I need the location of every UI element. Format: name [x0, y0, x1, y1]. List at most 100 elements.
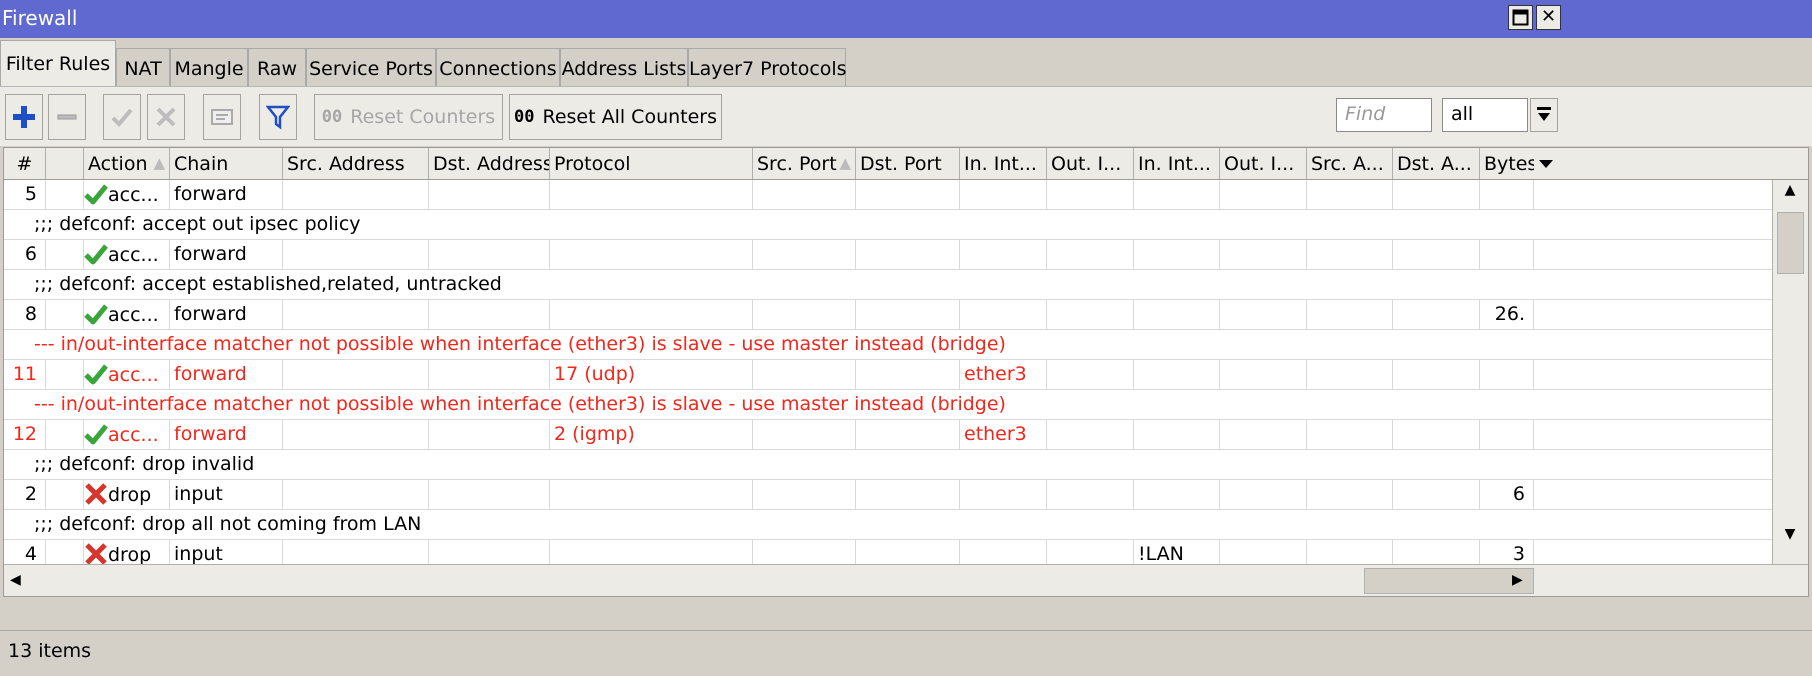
- column-chooser-button[interactable]: [1534, 148, 1564, 179]
- column-header-src-address[interactable]: Src. Address: [283, 148, 429, 179]
- tab-filter-rules[interactable]: Filter Rules: [0, 40, 116, 86]
- enable-button[interactable]: [103, 94, 141, 140]
- column-header-dst-address-list[interactable]: Dst. A...: [1393, 148, 1480, 179]
- minus-icon: [57, 114, 77, 120]
- column-header-out-interface[interactable]: Out. I...: [1047, 148, 1134, 179]
- column-header-flags[interactable]: [46, 148, 84, 179]
- cell-src-address: [283, 240, 429, 269]
- filter-select[interactable]: all: [1442, 98, 1528, 132]
- warning-row[interactable]: --- in/out-interface matcher not possibl…: [4, 390, 1772, 420]
- column-header-dst-address[interactable]: Dst. Address: [429, 148, 550, 179]
- column-header-in-interface[interactable]: In. Int...: [960, 148, 1047, 179]
- vertical-scroll-thumb[interactable]: [1777, 212, 1804, 274]
- disable-button[interactable]: [147, 94, 185, 140]
- cell-in-iface: ether3: [960, 420, 1047, 449]
- table-row[interactable]: 6 acc... forward: [4, 240, 1772, 270]
- tab-service-ports[interactable]: Service Ports: [306, 48, 436, 86]
- table-body: 5 acc... forward;;; defconf: accept out ip…: [4, 180, 1772, 596]
- scroll-up-icon[interactable]: ▲: [1773, 182, 1807, 198]
- cell-out-iface: [1047, 420, 1134, 449]
- comment-button[interactable]: [203, 94, 241, 140]
- cell-out-iface: [1047, 360, 1134, 389]
- cell-flags: [46, 240, 84, 269]
- scroll-left-icon[interactable]: ◀: [10, 572, 21, 588]
- tab-connections[interactable]: Connections: [436, 48, 560, 86]
- vertical-scrollbar[interactable]: ▲ ▼: [1772, 180, 1808, 564]
- cell-flags: [46, 300, 84, 329]
- filter-button[interactable]: [259, 94, 297, 140]
- cell-out-iface-list: [1220, 360, 1307, 389]
- cell-dst-address: [429, 300, 550, 329]
- add-button[interactable]: [5, 94, 43, 140]
- table-row[interactable]: 12 acc... forward 2 (igmp) ether3: [4, 420, 1772, 450]
- comment-row[interactable]: ;;; defconf: drop invalid: [4, 450, 1772, 480]
- check-icon: [84, 184, 108, 205]
- maximize-icon[interactable]: [1508, 5, 1533, 30]
- reset-all-counters-button[interactable]: 00 Reset All Counters: [509, 94, 722, 140]
- column-header-action[interactable]: Action ▲: [84, 148, 170, 179]
- cell-dst-port: [856, 180, 960, 209]
- table-row[interactable]: 2 drop input 6: [4, 480, 1772, 510]
- column-header-src-port[interactable]: Src. Port ▲: [753, 148, 856, 179]
- horizontal-scrollbar[interactable]: ◀ ▶: [4, 564, 1808, 596]
- cell-in-iface-list: [1134, 360, 1220, 389]
- horizontal-scroll-thumb[interactable]: [1364, 568, 1534, 594]
- cell-dst-address: [429, 420, 550, 449]
- column-header-dst-port[interactable]: Dst. Port: [856, 148, 960, 179]
- filter-rules-table: # Action ▲ Chain Src. Address Dst. Addres…: [3, 147, 1809, 597]
- cell-action: drop: [84, 480, 170, 509]
- cell-src-port: [753, 300, 856, 329]
- scroll-down-icon[interactable]: ▼: [1773, 526, 1807, 542]
- reset-counters-button[interactable]: 00 Reset Counters: [314, 94, 503, 140]
- cell-flags: [46, 180, 84, 209]
- cell-chain: forward: [170, 180, 283, 209]
- tab-bar: Filter Rules NAT Mangle Raw Service Port…: [0, 40, 1812, 86]
- cell-dst-port: [856, 360, 960, 389]
- column-header-bytes[interactable]: Bytes: [1480, 148, 1534, 179]
- cell-src-address-list: [1307, 300, 1393, 329]
- cell-out-iface: [1047, 180, 1134, 209]
- cell-out-iface: [1047, 300, 1134, 329]
- column-header-chain[interactable]: Chain: [170, 148, 283, 179]
- column-header-in-interface-list[interactable]: In. Int...: [1134, 148, 1220, 179]
- comment-row[interactable]: ;;; defconf: drop all not coming from LA…: [4, 510, 1772, 540]
- column-header-number[interactable]: #: [4, 148, 46, 179]
- cell-in-iface: [960, 180, 1047, 209]
- column-header-out-interface-list[interactable]: Out. I...: [1220, 148, 1307, 179]
- scroll-right-icon[interactable]: ▶: [1512, 572, 1523, 588]
- remove-button[interactable]: [48, 94, 86, 140]
- cell-in-iface-list: [1134, 480, 1220, 509]
- warning-row[interactable]: --- in/out-interface matcher not possibl…: [4, 330, 1772, 360]
- tab-address-lists[interactable]: Address Lists: [560, 48, 688, 86]
- cell-src-address: [283, 360, 429, 389]
- close-icon[interactable]: ✕: [1536, 5, 1561, 30]
- tab-mangle[interactable]: Mangle: [170, 48, 248, 86]
- comment-row[interactable]: ;;; defconf: accept established,related,…: [4, 270, 1772, 300]
- filter-dropdown-button[interactable]: [1530, 98, 1558, 132]
- find-input[interactable]: Find: [1336, 98, 1432, 132]
- funnel-icon: [266, 105, 290, 130]
- table-row[interactable]: 5 acc... forward: [4, 180, 1772, 210]
- cell-src-address-list: [1307, 420, 1393, 449]
- tab-layer7-protocols[interactable]: Layer7 Protocols: [688, 48, 847, 86]
- cell-action: acc...: [84, 420, 170, 449]
- cell-action: acc...: [84, 360, 170, 389]
- toolbar: 00 Reset Counters 00 Reset All Counters …: [0, 86, 1812, 146]
- cell-in-iface-list: [1134, 240, 1220, 269]
- cell-protocol: [550, 300, 753, 329]
- comment-row[interactable]: ;;; defconf: accept out ipsec policy: [4, 210, 1772, 240]
- check-icon: [84, 364, 108, 385]
- cell-out-iface-list: [1220, 300, 1307, 329]
- table-row[interactable]: 11 acc... forward 17 (udp) ether3: [4, 360, 1772, 390]
- tab-nat[interactable]: NAT: [116, 48, 170, 86]
- action-label: acc...: [108, 184, 159, 206]
- table-row[interactable]: 8 acc... forward 26.: [4, 300, 1772, 330]
- tab-raw[interactable]: Raw: [248, 48, 306, 86]
- cell-in-iface-list: [1134, 420, 1220, 449]
- cell-flags: [46, 480, 84, 509]
- column-header-src-address-list[interactable]: Src. A...: [1307, 148, 1393, 179]
- chevron-down-icon: [1539, 160, 1553, 168]
- action-label: acc...: [108, 304, 159, 326]
- column-header-protocol[interactable]: Protocol: [550, 148, 753, 179]
- cell-num: 6: [4, 240, 46, 269]
